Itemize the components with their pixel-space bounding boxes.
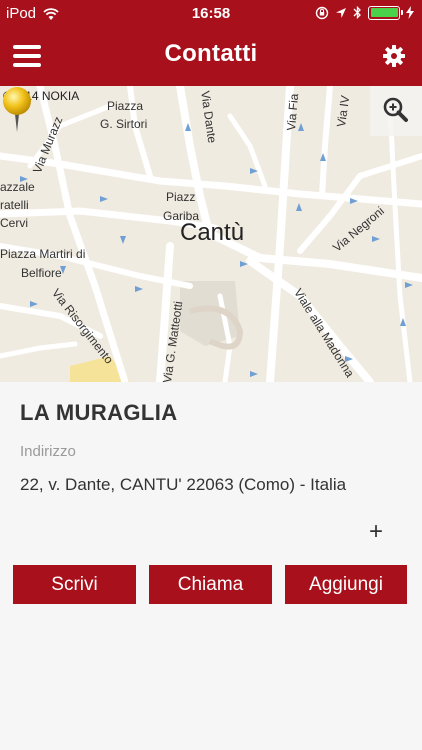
map-label: G. Sirtori	[100, 117, 148, 131]
map-label: ratelli	[0, 198, 29, 212]
status-bar: iPod 16:58	[0, 0, 422, 28]
address-label: Indirizzo	[20, 443, 76, 460]
map-label: azzale	[0, 180, 35, 194]
call-button[interactable]: Chiama	[149, 565, 272, 604]
battery-icon	[368, 5, 403, 20]
page-title: Contatti	[164, 40, 258, 67]
map-label: Cervi	[0, 216, 29, 230]
map-label: Belfiore	[21, 266, 62, 280]
gear-icon[interactable]	[382, 44, 406, 68]
map-label: Piazza	[107, 99, 144, 113]
bluetooth-icon	[353, 5, 361, 20]
contact-name: LA MURAGLIA	[20, 400, 178, 425]
navigation-bar: Contatti	[0, 28, 422, 86]
charging-bolt-icon	[406, 6, 414, 19]
map-city-label: Cantù	[180, 219, 245, 246]
map-view[interactable]: ©2014 NOKIA Piazza G. Sirtori Via Dante …	[0, 86, 422, 382]
app-header: iPod 16:58 Contatti	[0, 0, 422, 86]
map-pin-icon[interactable]	[0, 86, 34, 132]
write-button[interactable]: Scrivi	[13, 565, 136, 604]
map-label: Piazza Martiri di	[0, 247, 86, 261]
zoom-button[interactable]	[370, 86, 422, 136]
orientation-lock-icon	[315, 6, 329, 19]
add-contact-button[interactable]: Aggiungi	[285, 565, 407, 604]
magnifier-plus-icon	[383, 97, 408, 122]
location-arrow-icon	[336, 7, 346, 18]
add-plus-icon[interactable]: +	[364, 518, 388, 546]
map-label: Piazz	[166, 190, 196, 204]
address-text: 22, v. Dante, CANTU' 22063 (Como) - Ital…	[20, 475, 347, 494]
